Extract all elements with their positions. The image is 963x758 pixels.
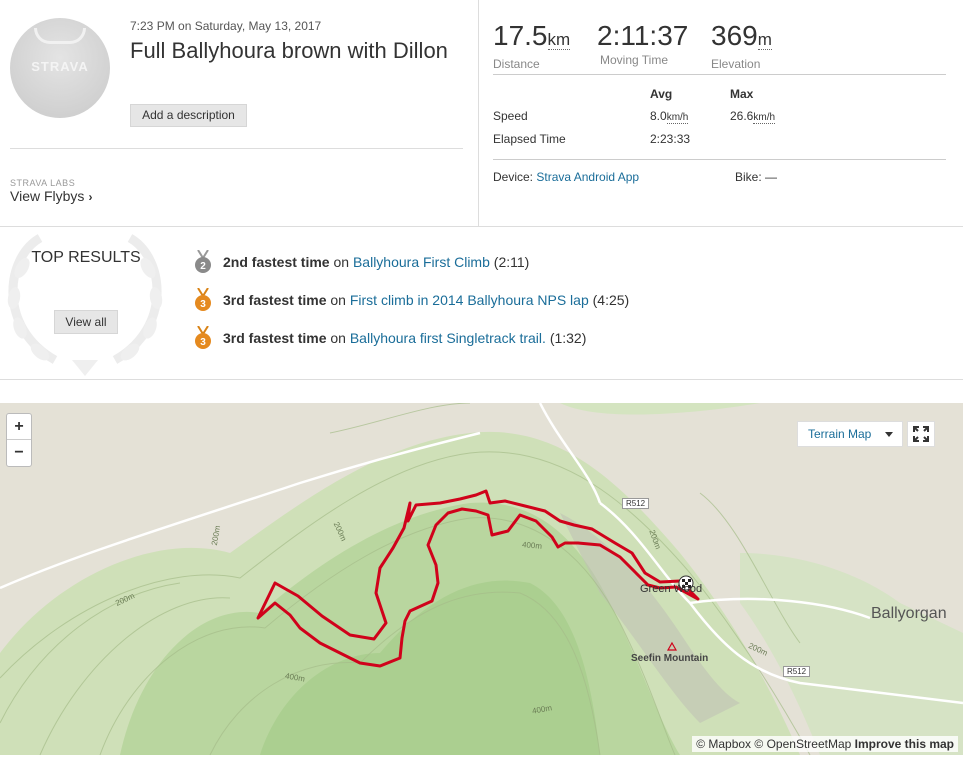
road-label: R512 <box>783 666 811 677</box>
divider <box>10 148 463 149</box>
max-header: Max <box>730 87 754 101</box>
elevation-unit: m <box>757 30 772 50</box>
activity-stats: 17.5km Distance 2:11:37 Moving Time 369m… <box>493 0 946 226</box>
elapsed-value: 2:23:33 <box>650 132 691 146</box>
elevation-value: 369 <box>711 20 758 51</box>
speed-max-value: 26.6 <box>730 109 754 123</box>
osm-link[interactable]: © OpenStreetMap <box>754 737 851 751</box>
top-results-title: TOP RESULTS <box>31 249 141 266</box>
on-text: on <box>330 330 346 346</box>
mapbox-link[interactable]: © Mapbox <box>696 737 751 751</box>
view-flybys-label: View Flybys <box>10 188 85 204</box>
speed-unit: km/h <box>753 112 776 124</box>
expand-icon <box>913 426 929 442</box>
svg-text:3: 3 <box>200 337 206 348</box>
road-label: R512 <box>622 498 650 509</box>
speed-label: Speed <box>493 109 528 123</box>
activity-summary: STRAVA 7:23 PM on Saturday, May 13, 2017… <box>0 0 963 380</box>
improve-map-link[interactable]: Improve this map <box>855 737 954 751</box>
distance-unit: km <box>547 30 571 50</box>
divider <box>493 74 946 75</box>
stat-elevation: 369m Elevation <box>711 20 772 71</box>
moving-time-label: Moving Time <box>600 53 669 67</box>
device-info: Device: Strava Android App <box>493 170 639 184</box>
bike-label: Bike: <box>735 170 762 184</box>
on-text: on <box>330 292 346 308</box>
effort-time: (1:32) <box>549 330 587 346</box>
view-all-button[interactable]: View all <box>54 310 118 334</box>
rank-label: 3rd fastest time <box>223 292 327 308</box>
device-label: Device: <box>493 170 534 184</box>
zoom-in-button[interactable]: + <box>7 414 31 440</box>
achievement-item: 2 2nd fastest time on Ballyhoura First C… <box>193 250 529 274</box>
segment-link[interactable]: First climb in 2014 Ballyhoura NPS lap <box>350 292 589 308</box>
segment-link[interactable]: Ballyhoura First Climb <box>353 254 490 270</box>
speed-max: 26.6km/h <box>730 109 776 124</box>
effort-time: (4:25) <box>592 292 630 308</box>
jersey-icon <box>34 28 86 44</box>
activity-map[interactable]: 200m 200m 200m 400m 400m 200m 200m 400m … <box>0 403 963 755</box>
stat-moving-time: 2:11:37 Moving Time <box>597 20 688 67</box>
distance-value: 17.5 <box>493 20 548 51</box>
add-description-button[interactable]: Add a description <box>130 104 247 127</box>
map-type-dropdown[interactable]: Terrain Map <box>797 421 903 447</box>
speed-unit: km/h <box>666 112 689 124</box>
activity-title: Full Ballyhoura brown with Dillon <box>130 38 448 63</box>
silver-medal-icon: 2 <box>195 250 211 273</box>
segment-link[interactable]: Ballyhoura first Singletrack trail. <box>350 330 546 346</box>
chevron-right-icon: › <box>88 190 93 204</box>
avatar-logo: STRAVA <box>31 59 89 74</box>
mountain-label: Seefin Mountain <box>631 653 709 664</box>
achievement-item: 3 3rd fastest time on Ballyhoura first S… <box>193 326 586 350</box>
bronze-medal-icon: 3 <box>195 326 211 349</box>
divider <box>0 226 963 227</box>
rank-label: 2nd fastest time <box>223 254 330 270</box>
zoom-out-button[interactable]: − <box>7 440 31 466</box>
avatar[interactable]: STRAVA <box>10 18 110 118</box>
avg-header: Avg <box>650 87 673 101</box>
map-type-label: Terrain Map <box>808 427 872 441</box>
caret-down-icon <box>885 432 893 437</box>
moving-time-value: 2:11:37 <box>597 20 689 51</box>
elevation-label: Elevation <box>711 57 761 71</box>
bike-value: — <box>765 170 778 184</box>
activity-header: STRAVA 7:23 PM on Saturday, May 13, 2017… <box>0 0 479 226</box>
device-link[interactable]: Strava Android App <box>536 170 639 184</box>
terrain-map-canvas[interactable] <box>0 403 963 755</box>
divider <box>493 159 946 160</box>
bronze-medal-icon: 3 <box>195 288 211 311</box>
map-attribution: © Mapbox © OpenStreetMap Improve this ma… <box>692 736 958 752</box>
effort-time: (2:11) <box>493 254 530 270</box>
svg-text:2: 2 <box>200 261 206 272</box>
speed-avg-value: 8.0 <box>650 109 667 123</box>
achievement-item: 3 3rd fastest time on First climb in 201… <box>193 288 629 312</box>
distance-label: Distance <box>493 57 540 71</box>
zoom-control: + − <box>6 413 32 467</box>
view-flybys-link[interactable]: View Flybys › <box>10 188 92 204</box>
speed-avg: 8.0km/h <box>650 109 689 124</box>
contour-label: 400m <box>521 540 543 551</box>
fullscreen-button[interactable] <box>907 421 935 447</box>
rank-label: 3rd fastest time <box>223 330 327 346</box>
svg-text:3: 3 <box>200 299 206 310</box>
stat-distance: 17.5km Distance <box>493 20 571 71</box>
place-label: Green Wood <box>640 583 703 595</box>
town-label: Ballyorgan <box>871 605 947 622</box>
activity-date: 7:23 PM on Saturday, May 13, 2017 <box>130 19 322 33</box>
on-text: on <box>333 254 350 270</box>
strava-labs-label: STRAVA LABS <box>10 178 76 188</box>
bike-info: Bike: — <box>735 170 777 184</box>
elapsed-label: Elapsed Time <box>493 132 566 146</box>
